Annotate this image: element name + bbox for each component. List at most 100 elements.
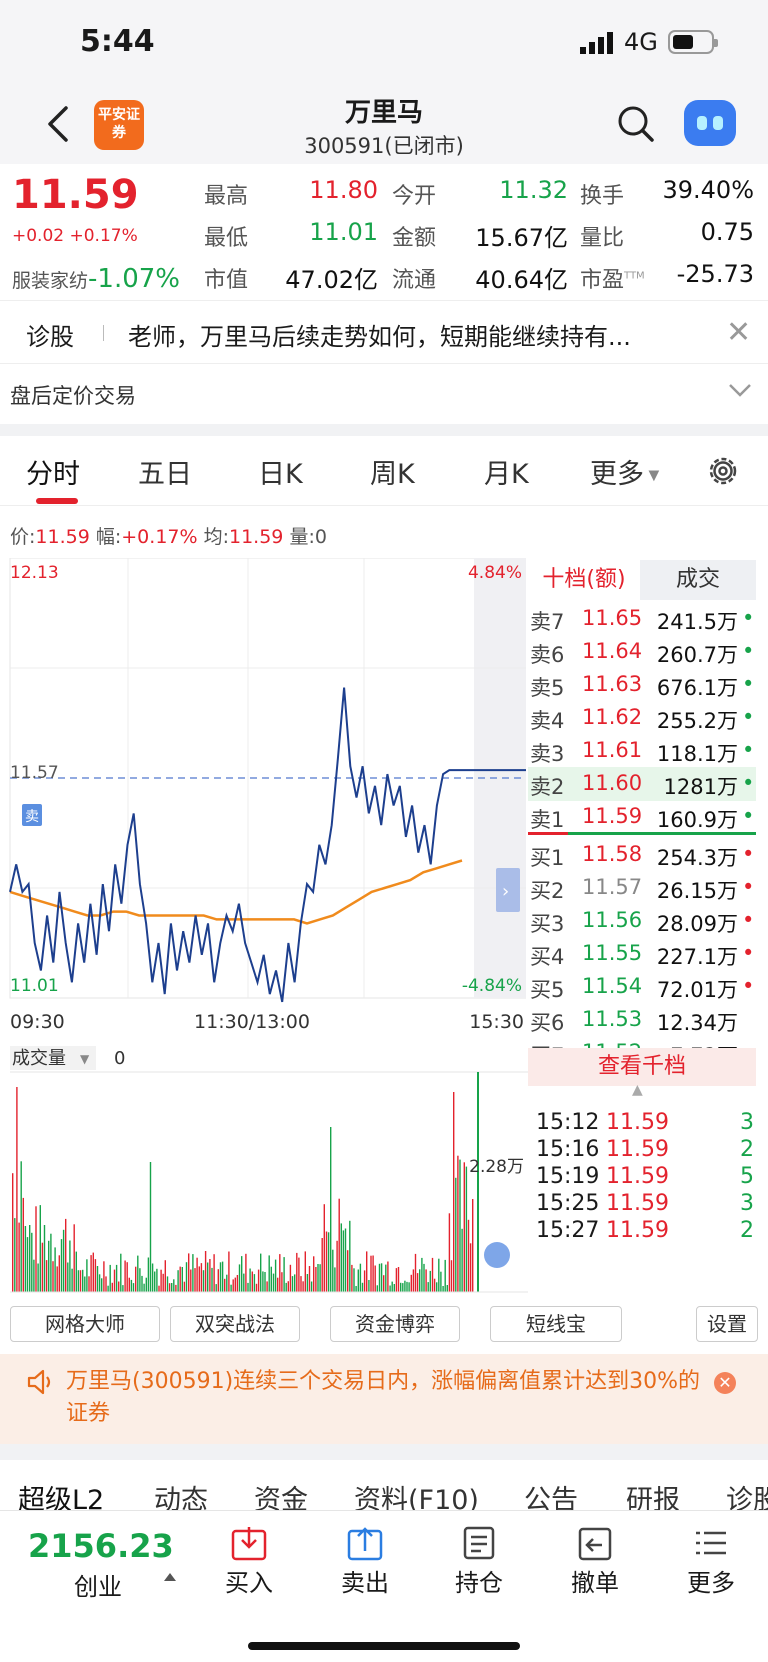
section-gap [0,1444,768,1460]
tab-trades[interactable]: 成交 [640,560,756,600]
caret-up-icon[interactable] [164,1573,176,1581]
upload-box-icon [347,1527,383,1561]
volume-bar [120,1253,122,1292]
tab-weekly-k[interactable]: 周K [370,452,415,491]
volume-bar [266,1281,268,1292]
assistant-robot-icon[interactable] [684,100,736,146]
tab-profile[interactable]: 资料(F10) [354,1478,479,1510]
volume-bar [397,1267,400,1292]
volume-bar [160,1269,162,1292]
volume-bar [467,1219,470,1292]
chevron-down-icon[interactable] [728,382,752,398]
volume-bar [18,1222,20,1292]
tab-super-l2[interactable]: 超级L2 [18,1478,104,1510]
ask-row[interactable]: 卖2 11.60 1281万 • [528,767,756,801]
diagnosis-question[interactable]: 老师，万里马后续走势如何，短期能继续持有... [128,317,698,352]
bid-row[interactable]: 买1 11.58 254.3万 • [528,838,756,872]
grid-master-button[interactable]: 网格大师 [10,1306,160,1342]
volume-bar [406,1281,408,1292]
ask-row[interactable]: 卖5 11.63 676.1万 • [528,668,756,702]
ask-row[interactable]: 卖7 11.65 241.5万 • [528,602,756,636]
ask-row[interactable]: 卖4 11.62 255.2万 • [528,701,756,735]
status-bar: 5:44 4G [0,0,768,88]
tab-announcements[interactable]: 公告 [524,1478,578,1510]
tab-capital[interactable]: 资金 [254,1478,308,1510]
index-name[interactable]: 创业 [74,1567,122,1602]
battery-icon [668,30,718,54]
tab-more[interactable]: 更多 ▼ [590,452,659,491]
volume-bar [16,1087,18,1292]
volume-bar [50,1233,52,1292]
volume-bar [385,1264,387,1292]
close-icon[interactable]: ✕ [726,315,751,350]
holdings-button[interactable]: 持仓 [444,1525,514,1598]
turnover-value: 39.40% [662,176,754,204]
bid-row[interactable]: 买5 11.54 72.01万 • [528,970,756,1004]
tab-ten-level[interactable]: 十档(额) [528,560,640,600]
caret-up-icon[interactable]: ▲ [632,1082,643,1098]
volume-bar [67,1262,69,1292]
buy-button[interactable]: 买入 [214,1525,284,1598]
tab-research[interactable]: 研报 [626,1478,680,1510]
ask-row[interactable]: 卖3 11.61 118.1万 • [528,734,756,768]
tab-intraday[interactable]: 分时 [26,452,80,491]
after-hours-trading[interactable]: 盘后定价交易 [0,364,768,424]
volume-bar [145,1277,147,1292]
market-cap-label: 市值 [204,268,249,293]
volume-bar [238,1264,241,1292]
gear-icon[interactable] [706,454,740,488]
volume-bar [137,1255,139,1292]
tab-five-day[interactable]: 五日 [138,452,192,491]
cancel-order-button[interactable]: 撤单 [560,1525,630,1598]
volume-bar [77,1270,80,1292]
chevron-down-icon[interactable]: ▼ [80,1052,90,1066]
order-book: 十档(额) 成交 卖7 11.65 241.5万 • 卖6 11.64 260.7万 • 卖5 1… [528,560,756,1086]
volume-chart[interactable]: 成交量 ▼ 0 2.28万 [8,1046,528,1294]
volume-bar [289,1264,292,1292]
volume-bar [143,1283,145,1292]
high-label: 最高 [204,184,249,209]
volume-bar [37,1263,39,1292]
search-icon[interactable] [616,104,656,144]
industry-change[interactable]: 服装家纺-1.07% [12,264,180,294]
volume-bar [41,1242,44,1292]
ask-row[interactable]: 卖1 11.59 160.9万 • [528,800,756,834]
fullscreen-icon[interactable] [484,1242,510,1268]
tab-monthly-k[interactable]: 月K [484,452,529,491]
volume-bar [164,1260,166,1292]
volume-bar [319,1264,321,1292]
low-value: 11.01 [309,218,378,246]
chevron-right-icon: › [502,881,509,902]
stock-diagnosis-bar[interactable]: 诊股 老师，万里马后续走势如何，短期能继续持有... ✕ [0,300,768,364]
capital-game-button[interactable]: 资金博弈 [330,1306,460,1342]
sell-button[interactable]: 卖出 [330,1525,400,1598]
tab-news[interactable]: 动态 [154,1478,208,1510]
sell-marker-label: 卖 [25,809,39,825]
ask-row[interactable]: 卖6 11.64 260.7万 • [528,635,756,669]
bid-row[interactable]: 买4 11.55 227.1万 • [528,937,756,971]
bid-row[interactable]: 买2 11.57 26.15万 • [528,871,756,905]
bid-row[interactable]: 买3 11.56 28.09万 • [528,904,756,938]
bid-row[interactable]: 买6 11.53 12.34万 [528,1003,756,1037]
y-bottom-label: 11.01 [10,976,59,996]
info-volume: 0 [314,526,327,548]
volume-bar [461,1228,463,1292]
volume-bar [202,1270,205,1292]
volume-bar [226,1274,228,1292]
double-breakout-button[interactable]: 双突战法 [170,1306,300,1342]
index-value[interactable]: 2156.23 [28,1527,174,1565]
tab-daily-k[interactable]: 日K [258,452,303,491]
volume-bar [60,1239,63,1292]
close-icon[interactable]: ✕ [714,1372,736,1394]
settings-button[interactable]: 设置 [696,1306,758,1342]
tab-diagnosis[interactable]: 诊股 [726,1478,768,1510]
short-term-button[interactable]: 短线宝 [490,1306,622,1342]
intraday-chart[interactable]: 12.13 11.57 11.01 4.84% -4.84% 卖 › 09:30… [8,558,526,1042]
clock: 5:44 [80,24,155,59]
volume-bar [357,1269,359,1292]
more-button[interactable]: 更多 [676,1525,746,1598]
volume-bar [264,1272,266,1292]
volume-bar [302,1281,304,1292]
volume-bar [300,1276,302,1292]
signal-icon [580,32,613,54]
